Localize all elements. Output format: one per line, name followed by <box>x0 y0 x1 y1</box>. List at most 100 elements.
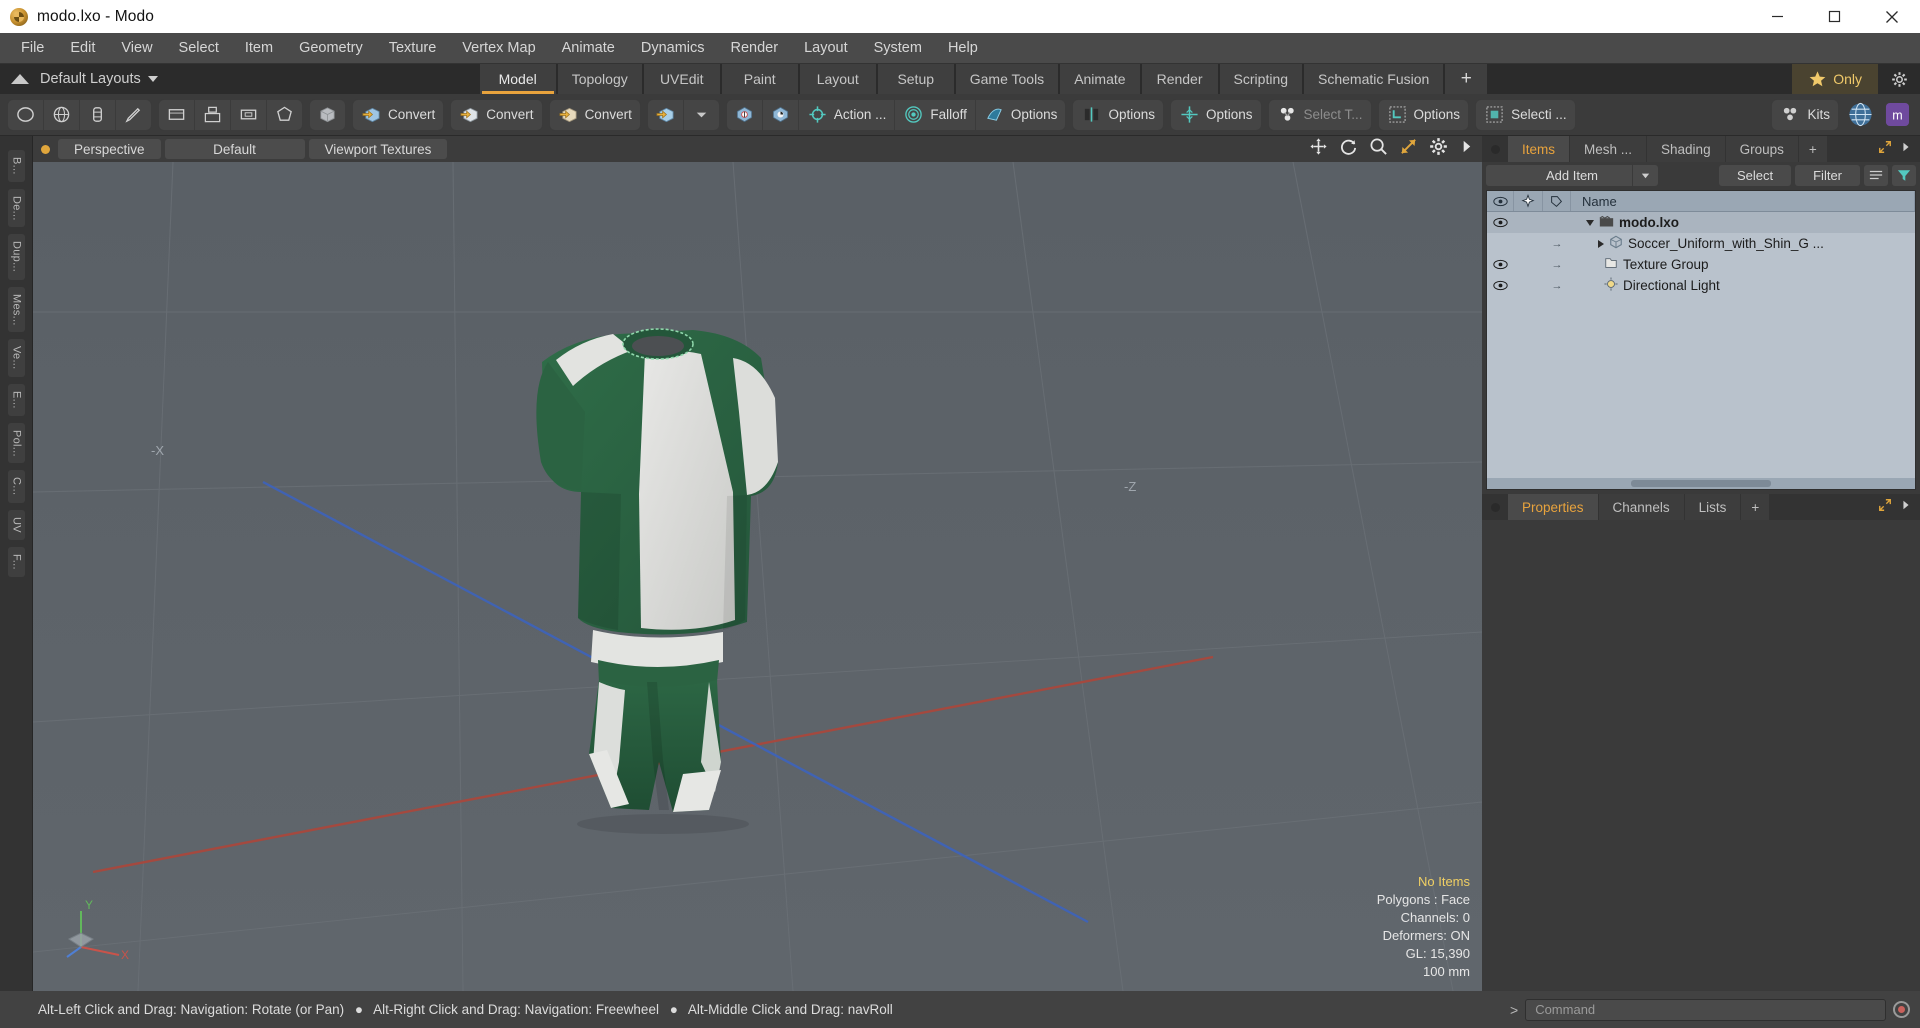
row-name-cell[interactable]: modo.lxo <box>1571 212 1915 233</box>
left-tab-edge[interactable]: E... <box>7 383 25 416</box>
left-tab-curve[interactable]: C... <box>7 470 25 503</box>
viewport-textures-selector[interactable]: Viewport Textures <box>308 139 448 159</box>
polygon-tool-button[interactable] <box>267 100 302 130</box>
table-row[interactable]: modo.lxo <box>1487 212 1915 233</box>
snapping-options-button[interactable]: Options <box>976 100 1066 130</box>
cylinder-primitive-button[interactable] <box>8 99 44 130</box>
convert-cube-button[interactable] <box>648 99 684 130</box>
menu-file[interactable]: File <box>8 33 57 64</box>
expand-icon[interactable] <box>1878 498 1892 517</box>
menu-system[interactable]: System <box>861 33 935 64</box>
tab-game-tools[interactable]: Game Tools <box>954 64 1060 94</box>
kits-button[interactable]: Kits <box>1772 100 1838 130</box>
workplane-options-button[interactable]: Options <box>1171 100 1261 130</box>
row-name-cell[interactable]: Soccer_Uniform_with_Shin_G ... <box>1571 233 1915 254</box>
add-layout-tab-button[interactable]: + <box>1444 64 1489 94</box>
row-pin-cell[interactable] <box>1514 212 1543 233</box>
modo-badge-icon[interactable]: m <box>1879 102 1916 127</box>
play-arrow-icon[interactable] <box>1459 139 1474 159</box>
table-row[interactable]: → Soccer_Uniform_with_Shin_G ... <box>1487 233 1915 254</box>
filter-button[interactable]: Filter <box>1795 164 1860 186</box>
menu-geometry[interactable]: Geometry <box>286 33 376 64</box>
add-panel-tab-button[interactable]: + <box>1798 136 1828 162</box>
selection-region-options-button[interactable]: Options <box>1379 100 1469 130</box>
tab-render[interactable]: Render <box>1140 64 1219 94</box>
left-tab-falloff[interactable]: F... <box>7 546 25 577</box>
menu-animate[interactable]: Animate <box>549 33 628 64</box>
tab-animate[interactable]: Animate <box>1059 64 1141 94</box>
action-center-cube-button[interactable] <box>727 99 763 130</box>
table-row[interactable]: → Directional Light <box>1487 275 1915 296</box>
list-icon[interactable] <box>1864 164 1888 186</box>
menu-layout[interactable]: Layout <box>791 33 861 64</box>
convert-dropdown-button[interactable] <box>684 100 719 130</box>
minimize-icon[interactable] <box>1749 0 1806 33</box>
row-tag-cell[interactable]: → <box>1543 233 1571 254</box>
left-tab-basic[interactable]: B... <box>7 150 25 182</box>
rotate-icon[interactable] <box>1339 137 1358 161</box>
menu-item[interactable]: Item <box>232 33 286 64</box>
convert-button-1[interactable]: Convert <box>353 100 443 130</box>
command-input[interactable]: Command <box>1525 998 1886 1021</box>
tab-schematic-fusion[interactable]: Schematic Fusion <box>1303 64 1445 94</box>
row-visibility-toggle[interactable] <box>1487 212 1514 233</box>
left-tab-deform[interactable]: De... <box>7 188 25 228</box>
menu-vertex-map[interactable]: Vertex Map <box>449 33 548 64</box>
convert-button-2[interactable]: Convert <box>451 100 541 130</box>
tab-channels[interactable]: Channels <box>1598 494 1685 520</box>
selection-mode-button[interactable]: Selecti ... <box>1476 100 1575 130</box>
item-tree[interactable]: Name modo.lxo → Soccer_Uniform_with_Shin… <box>1486 190 1916 490</box>
action-axis-cube-button[interactable] <box>763 99 799 130</box>
viewport-3d-canvas[interactable]: -X -Z Y X No Items Polygons: Face Chann… <box>33 162 1482 991</box>
menu-view[interactable]: View <box>108 33 165 64</box>
action-center-button[interactable]: Action ... <box>799 99 896 130</box>
menu-arrow-icon[interactable] <box>1900 498 1912 516</box>
left-tab-uv[interactable]: UV <box>7 509 25 540</box>
tab-scripting[interactable]: Scripting <box>1218 64 1304 94</box>
gear-icon[interactable] <box>1429 137 1448 161</box>
rectangle-tool-button[interactable] <box>159 99 195 130</box>
left-tab-duplicate[interactable]: Dup... <box>7 234 25 280</box>
expand-icon[interactable] <box>1878 140 1892 159</box>
tab-paint[interactable]: Paint <box>720 64 799 94</box>
only-toggle-button[interactable]: Only <box>1791 64 1879 94</box>
tab-uvedit[interactable]: UVEdit <box>642 64 721 94</box>
funnel-icon[interactable] <box>1892 164 1916 186</box>
mesh-cube-button[interactable] <box>310 100 345 130</box>
close-icon[interactable] <box>1863 0 1920 33</box>
row-tag-cell[interactable] <box>1543 212 1571 233</box>
tab-topology[interactable]: Topology <box>556 64 643 94</box>
fit-icon[interactable] <box>1399 137 1418 161</box>
tab-mesh-ops[interactable]: Mesh ... <box>1570 136 1648 162</box>
pan-icon[interactable] <box>1309 137 1328 161</box>
tab-shading[interactable]: Shading <box>1647 136 1726 162</box>
convert-button-3[interactable]: Convert <box>550 100 640 130</box>
tab-model[interactable]: Model <box>478 64 557 94</box>
add-item-dropdown[interactable] <box>1632 164 1658 186</box>
chevron-right-icon[interactable] <box>1598 239 1604 248</box>
left-tab-mesh[interactable]: Mes... <box>7 286 25 333</box>
menu-texture[interactable]: Texture <box>376 33 450 64</box>
maximize-icon[interactable] <box>1806 0 1863 33</box>
table-row[interactable]: → Texture Group <box>1487 254 1915 275</box>
add-lower-tab-button[interactable]: + <box>1741 494 1771 520</box>
row-name-cell[interactable]: Texture Group <box>1571 254 1915 275</box>
viewport-style-selector[interactable]: Default <box>164 139 305 159</box>
row-pin-cell[interactable] <box>1514 254 1543 275</box>
cube-frame-tool-button[interactable] <box>195 99 231 130</box>
viewport-projection-selector[interactable]: Perspective <box>58 139 161 159</box>
row-tag-cell[interactable]: → <box>1543 275 1571 296</box>
left-tab-polygon[interactable]: Pol... <box>7 422 25 464</box>
zoom-icon[interactable] <box>1369 137 1388 161</box>
menu-dynamics[interactable]: Dynamics <box>628 33 718 64</box>
tab-properties[interactable]: Properties <box>1508 494 1599 520</box>
tab-setup[interactable]: Setup <box>876 64 955 94</box>
row-tag-cell[interactable]: → <box>1543 254 1571 275</box>
row-pin-cell[interactable] <box>1514 233 1543 254</box>
symmetry-options-button[interactable]: Options <box>1073 100 1163 130</box>
pen-tool-button[interactable] <box>116 100 151 130</box>
capsule-primitive-button[interactable] <box>80 99 116 130</box>
item-tree-horizontal-scrollbar[interactable] <box>1487 478 1915 489</box>
select-through-button[interactable]: Select T... <box>1269 100 1371 130</box>
falloff-button[interactable]: Falloff <box>895 99 976 130</box>
